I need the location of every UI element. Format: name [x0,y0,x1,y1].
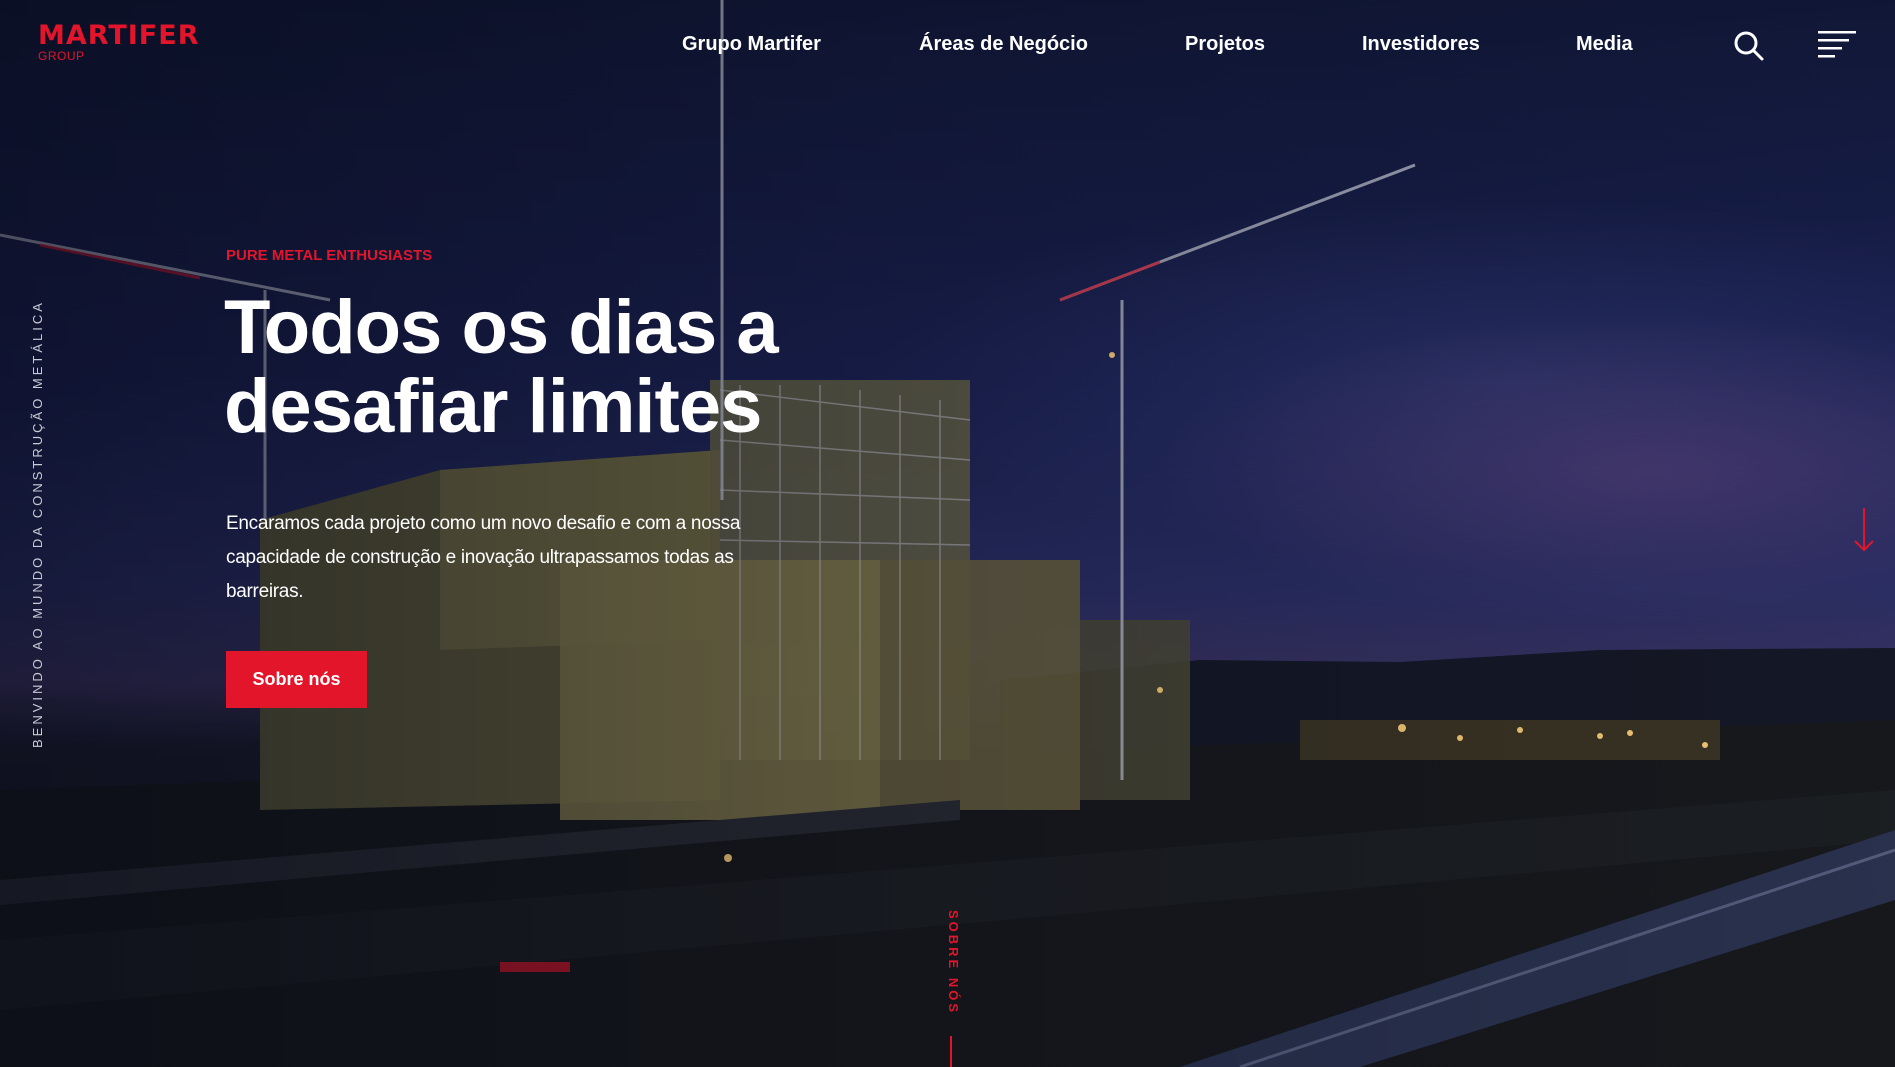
about-us-button[interactable]: Sobre nós [226,651,367,708]
logo-subtitle: GROUP [38,49,85,63]
hero-description: Encaramos cada projeto como um novo desa… [226,513,741,602]
arrow-down-icon [1854,508,1874,552]
side-tagline: BENVINDO AO MUNDO DA CONSTRUÇÃO METÁLICA [30,300,45,748]
nav-item-areas-de-negocio[interactable]: Áreas de Negócio [919,33,1088,56]
page: MARTIFER GROUP Grupo Martifer Áreas de N… [0,0,1895,1067]
hero-title: Todos os dias a desafiar limites [224,285,779,449]
nav-item-grupo-martifer[interactable]: Grupo Martifer [682,33,821,56]
martifer-logo[interactable]: MARTIFER GROUP [38,20,200,63]
section-marker[interactable]: SOBRE NÓS [946,910,961,1015]
search-button[interactable] [1733,30,1765,62]
nav-item-investidores[interactable]: Investidores [1362,33,1480,56]
nav-item-media[interactable]: Media [1576,33,1633,56]
nav-item-projetos[interactable]: Projetos [1185,33,1265,56]
hamburger-menu-icon [1818,31,1856,58]
logo-wordmark: MARTIFER [38,20,200,51]
hero-eyebrow: PURE METAL ENTHUSIASTS [226,247,433,264]
scroll-down-button[interactable] [1853,508,1875,552]
section-marker-line [950,1036,952,1067]
search-icon [1734,31,1764,61]
menu-button[interactable] [1818,29,1856,61]
site-header: MARTIFER GROUP Grupo Martifer Áreas de N… [0,0,1895,90]
